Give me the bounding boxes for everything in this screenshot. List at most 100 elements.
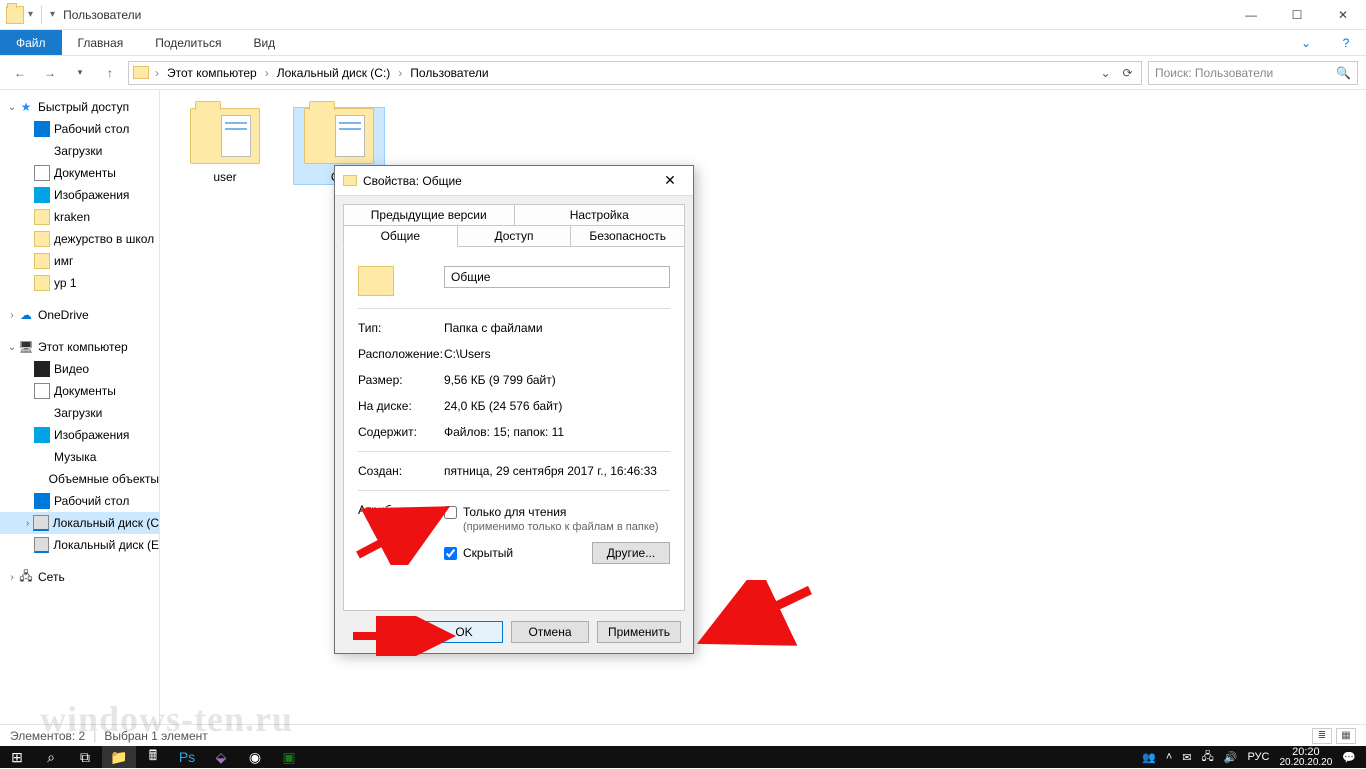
ok-button[interactable]: OK <box>425 621 503 643</box>
star-icon: ★ <box>18 99 34 115</box>
tab-previous-versions[interactable]: Предыдущие версии <box>343 204 515 226</box>
tree-item[interactable]: Изображения <box>0 424 159 446</box>
tray-chevron-icon[interactable]: ˄ <box>1166 751 1172 763</box>
up-button[interactable]: ↑ <box>98 61 122 85</box>
language-indicator[interactable]: РУС <box>1247 751 1269 763</box>
tab-home[interactable]: Главная <box>62 30 140 55</box>
tree-this-pc[interactable]: ⌄🖥Этот компьютер <box>0 336 159 358</box>
recent-dropdown[interactable]: ▾ <box>68 61 92 85</box>
explorer-taskbar-icon[interactable]: 📁 <box>102 746 136 768</box>
close-button[interactable]: ✕ <box>1320 0 1366 30</box>
checkbox-hidden[interactable]: Скрытый <box>444 546 513 560</box>
search-button[interactable]: ⌕ <box>34 746 68 768</box>
titlebar: ▾ ▾ Пользователи — ☐ ✕ <box>0 0 1366 30</box>
dialog-titlebar[interactable]: Свойства: Общие ✕ <box>335 166 693 196</box>
help-icon[interactable]: ? <box>1326 30 1366 55</box>
tree-item-icon <box>34 427 50 443</box>
taskview-button[interactable]: ⧉ <box>68 746 102 768</box>
address-dropdown-icon[interactable]: ⌄ <box>1095 62 1115 84</box>
tray-mail-icon[interactable]: ✉ <box>1182 751 1191 764</box>
tree-item-icon <box>34 231 50 247</box>
xbox-icon[interactable]: ▣ <box>272 746 306 768</box>
tree-item[interactable]: имг <box>0 250 159 272</box>
forward-button[interactable]: → <box>38 61 62 85</box>
tree-item[interactable]: Загрузки <box>0 402 159 424</box>
tree-item[interactable]: Загрузки <box>0 140 159 162</box>
tree-item-icon <box>33 515 48 531</box>
status-selected: Выбран 1 элемент <box>104 729 207 743</box>
folder-name-input[interactable] <box>444 266 670 288</box>
tree-onedrive[interactable]: ›☁OneDrive <box>0 304 159 326</box>
chevron-right-icon[interactable]: › <box>155 66 159 80</box>
tab-customize[interactable]: Настройка <box>515 204 686 226</box>
tray-clock[interactable]: 20:20 20.20.20.20 <box>1279 747 1332 768</box>
network-tray-icon[interactable]: 🖧 <box>1201 748 1213 767</box>
dialog-close-button[interactable]: ✕ <box>655 172 685 189</box>
tree-item-icon <box>34 209 50 225</box>
refresh-button[interactable]: ⟳ <box>1117 62 1137 84</box>
tree-item[interactable]: Видео <box>0 358 159 380</box>
tree-network[interactable]: ›🖧Сеть <box>0 566 159 588</box>
tree-item[interactable]: ›Локальный диск (C <box>0 512 159 534</box>
view-details-button[interactable]: ≣ <box>1312 728 1332 744</box>
tree-item[interactable]: Изображения <box>0 184 159 206</box>
tree-item[interactable]: Рабочий стол <box>0 490 159 512</box>
back-button[interactable]: ← <box>8 61 32 85</box>
tree-item-icon <box>34 253 50 269</box>
tree-item[interactable]: дежурство в школ <box>0 228 159 250</box>
crumb-users[interactable]: Пользователи <box>404 62 494 84</box>
maximize-button[interactable]: ☐ <box>1274 0 1320 30</box>
tab-general[interactable]: Общие <box>343 226 458 247</box>
calculator-icon[interactable]: 🖩 <box>136 746 170 768</box>
tab-share[interactable]: Поделиться <box>139 30 237 55</box>
chrome-icon[interactable]: ◉ <box>238 746 272 768</box>
chevron-right-icon[interactable]: › <box>398 66 402 80</box>
visualstudio-icon[interactable]: ⬙ <box>204 746 238 768</box>
tree-item[interactable]: Документы <box>0 162 159 184</box>
tree-item-icon <box>34 187 50 203</box>
label-attributes: Атрибуты: <box>358 503 444 517</box>
volume-icon[interactable]: 🔊 <box>1224 751 1238 764</box>
taskbar[interactable]: ⊞ ⌕ ⧉ 📁 🖩 Ps ⬙ ◉ ▣ 👥 ˄ ✉ 🖧 🔊 РУС 20:20 2… <box>0 746 1366 768</box>
people-icon[interactable]: 👥 <box>1142 751 1156 764</box>
chevron-right-icon[interactable]: › <box>265 66 269 80</box>
value-size-on-disk: 24,0 КБ (24 576 байт) <box>444 399 670 413</box>
tree-item[interactable]: Документы <box>0 380 159 402</box>
app-folder-icon <box>6 6 24 24</box>
checkbox-readonly[interactable]: Только для чтения <box>444 505 670 519</box>
ribbon-expand-icon[interactable]: ⌄ <box>1286 30 1326 55</box>
network-icon: 🖧 <box>18 569 34 585</box>
crumb-drive-c[interactable]: Локальный диск (C:) <box>271 62 397 84</box>
tree-item[interactable]: Рабочий стол <box>0 118 159 140</box>
start-button[interactable]: ⊞ <box>0 746 34 768</box>
tree-item-icon <box>34 165 50 181</box>
action-center-icon[interactable]: 💬 <box>1342 751 1356 764</box>
view-icons-button[interactable]: ▦ <box>1336 728 1356 744</box>
tree-item[interactable]: Локальный диск (E <box>0 534 159 556</box>
cancel-button[interactable]: Отмена <box>511 621 589 643</box>
tab-sharing[interactable]: Доступ <box>458 226 572 247</box>
tab-security[interactable]: Безопасность <box>571 226 685 247</box>
navigation-tree[interactable]: ⌄★Быстрый доступ Рабочий столЗагрузкиДок… <box>0 90 160 724</box>
photoshop-icon[interactable]: Ps <box>170 746 204 768</box>
minimize-button[interactable]: — <box>1228 0 1274 30</box>
breadcrumb[interactable]: › Этот компьютер › Локальный диск (C:) ›… <box>128 61 1142 85</box>
crumb-thispc[interactable]: Этот компьютер <box>161 62 263 84</box>
tree-quick-access[interactable]: ⌄★Быстрый доступ <box>0 96 159 118</box>
qat-down-icon[interactable]: ▾ <box>28 9 33 20</box>
tree-item[interactable]: ур 1 <box>0 272 159 294</box>
other-attributes-button[interactable]: Другие... <box>592 542 670 564</box>
tree-item[interactable]: Объемные объекты <box>0 468 159 490</box>
tab-file[interactable]: Файл <box>0 30 62 55</box>
label-location: Расположение: <box>358 347 444 361</box>
tree-item[interactable]: Музыка <box>0 446 159 468</box>
qat-overflow-icon[interactable]: ▾ <box>50 9 55 20</box>
tab-general-pane: Тип:Папка с файлами Расположение:C:\User… <box>343 246 685 611</box>
tree-item-icon <box>34 143 50 159</box>
folder-item[interactable]: user <box>180 108 270 184</box>
tree-item[interactable]: kraken <box>0 206 159 228</box>
value-created: пятница, 29 сентября 2017 г., 16:46:33 <box>444 464 670 478</box>
search-input[interactable]: Поиск: Пользователи 🔍 <box>1148 61 1358 85</box>
tab-view[interactable]: Вид <box>237 30 291 55</box>
apply-button[interactable]: Применить <box>597 621 681 643</box>
